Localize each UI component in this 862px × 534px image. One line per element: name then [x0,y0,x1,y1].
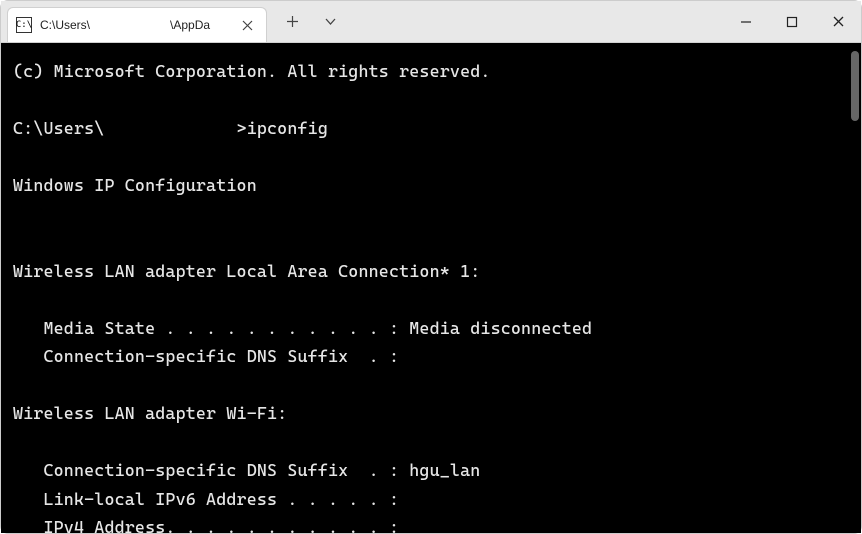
tab-active[interactable]: C:\ C:\Users\\AppDa [7,7,267,42]
tabbar-actions [267,1,347,42]
titlebar: C:\ C:\Users\\AppDa [1,1,861,43]
terminal-output: (c) Microsoft Corporation. All rights re… [1,43,861,533]
tab-close-button[interactable] [238,16,256,34]
tab-title: C:\Users\\AppDa [40,18,230,32]
maximize-button[interactable] [769,1,815,42]
terminal[interactable]: (c) Microsoft Corporation. All rights re… [1,43,861,533]
cmd-icon: C:\ [16,17,32,33]
window-controls [723,1,861,42]
new-tab-button[interactable] [275,5,309,39]
scrollbar-thumb[interactable] [851,51,859,121]
minimize-button[interactable] [723,1,769,42]
titlebar-drag-area[interactable] [347,1,723,42]
tab-dropdown-button[interactable] [313,5,347,39]
close-button[interactable] [815,1,861,42]
